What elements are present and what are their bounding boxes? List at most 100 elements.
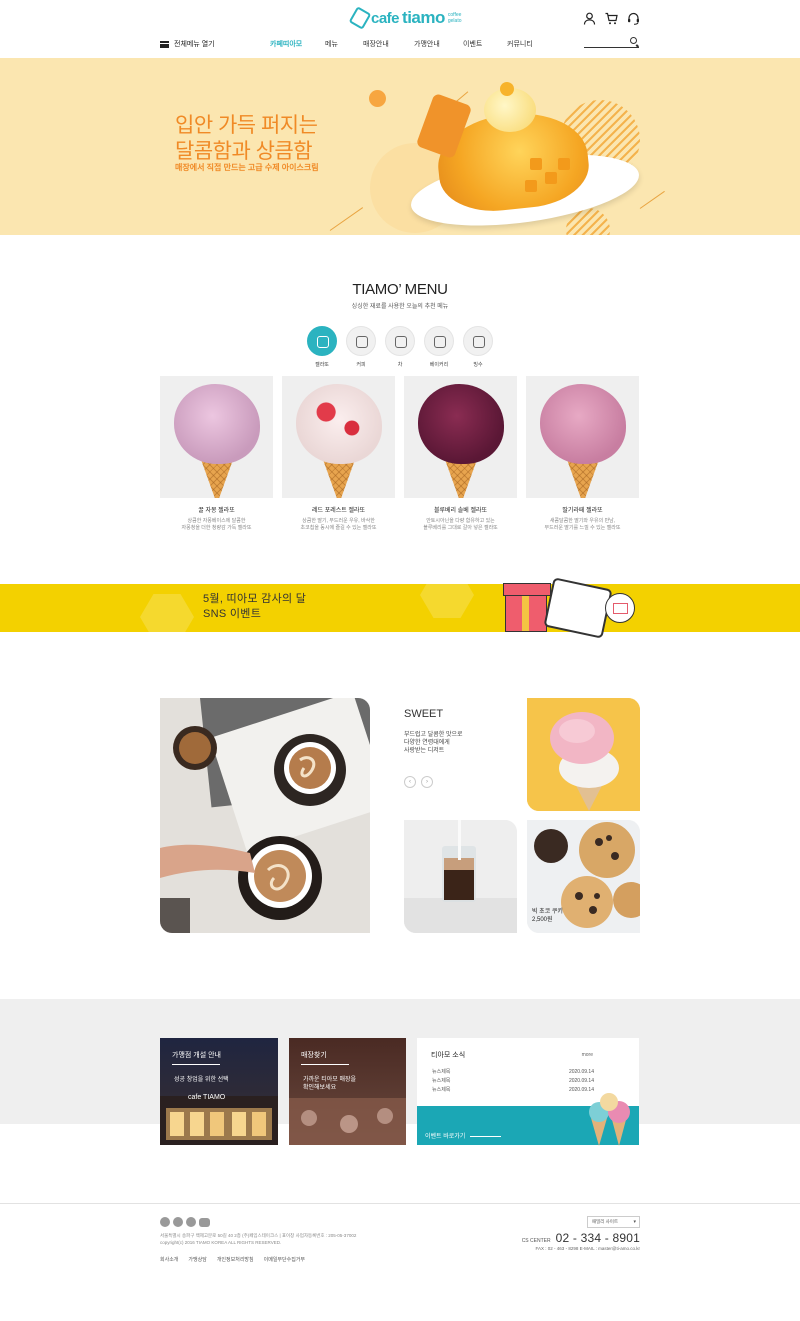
tab-bingsu[interactable]: 빙수 [463,326,493,368]
menu-card-name: 블루베리 솔베 젤라또 [433,508,487,514]
store-finder-card[interactable]: 매장찾기 가까운 티아모 매장을 확인해보세요 [289,1038,406,1145]
gelato-icon [307,326,337,356]
event-underline [470,1136,501,1137]
logo-cafe: cafe [371,9,400,27]
ice-cream-cones-image [589,1093,630,1146]
logo-tiamo: tiamo [402,8,445,27]
nav-item-event[interactable]: 이벤트 [463,39,507,49]
next-arrow-icon[interactable]: › [421,776,433,788]
footer-link-consult[interactable]: 가맹상담 [188,1256,206,1263]
event-label: 이벤트 바로가기 [425,1134,466,1140]
gelato-image [526,376,639,498]
hero-title-line2: 달콤함과 상큼함 [175,140,313,163]
prev-arrow-icon[interactable]: ‹ [404,776,416,788]
social-links [160,1217,210,1227]
youtube-icon[interactable] [199,1217,210,1227]
page: cafe tiamo coffee gelato 전체메뉴 열기 카페띠아모 메… [0,0,800,1321]
logo-hexagon-icon [348,6,372,30]
menu-card-desc: 상큼한 딸기, 부드러운 우유, 바삭한 초코칩을 동시에 즐길 수 있는 젤라또 [300,518,377,531]
hero-dot [369,90,386,107]
tab-label: 빙수 [473,362,483,368]
main-nav: 카페띠아모 메뉴 매장안내 가맹안내 이벤트 커뮤니티 [270,39,547,49]
hero-title: 입안 가득 퍼지는 달콤함과 상큼함 [175,113,318,165]
header: cafe tiamo coffee gelato 전체메뉴 열기 카페띠아모 메… [0,0,800,58]
hero-line [639,190,665,209]
coffee-cup-icon [346,326,376,356]
gelato-image [404,376,517,498]
mango-cube [530,158,542,170]
nav-item-franchise[interactable]: 가맹안내 [414,39,463,49]
gelato-image [282,376,395,498]
hamburger-icon [160,40,169,48]
family-site-select[interactable]: 패밀리 사이트 [587,1216,640,1228]
cart-icon[interactable] [605,12,618,25]
event-shortcut[interactable]: 이벤트 바로가기 [417,1093,639,1146]
franchise-info-card[interactable]: 가맹점 개설 안내 성공 창업을 위한 선택 cafe TIAMO [160,1038,278,1145]
menu-card[interactable]: 블루베리 솔베 젤라또 안토시아닌을 다량 함유하고 있는 블루베리를 그대로 갈… [404,376,517,532]
mango-ball [500,82,514,96]
sweet-description: 부드럽고 달콤한 맛으로 다양한 연령대에게 사랑받는 디저트 [404,732,463,754]
menu-card-name: 꿀 자몽 젤라또 [198,508,235,514]
sweet-slider-arrows: ‹ › [404,776,433,788]
divider [172,1064,220,1065]
headset-icon[interactable] [627,12,640,25]
menu-card-desc: 상큼한 자몽베이스에 달콤한 자몽청을 더한 청량감 가득 젤라또 [181,518,252,531]
naver-blog-icon[interactable] [186,1217,196,1227]
footer-divider [0,1203,800,1204]
bread-icon [424,326,454,356]
news-item[interactable]: 뉴스제목 2020.09.14 [432,1068,594,1077]
tab-tea[interactable]: 차 [385,326,415,368]
news-more-link[interactable]: more [582,1052,593,1058]
nav-item-cafe-tiamo[interactable]: 카페띠아모 [270,39,325,49]
menu-card-list: 꿀 자몽 젤라또 상큼한 자몽베이스에 달콤한 자몽청을 더한 청량감 가득 젤라… [160,376,639,532]
logo[interactable]: cafe tiamo coffee gelato [348,6,464,30]
nav-item-community[interactable]: 커뮤니티 [507,39,547,49]
footer-link-privacy[interactable]: 개인정보처리방침 [217,1256,254,1263]
menu-card-name: 딸기라떼 젤라또 [562,508,603,514]
menu-card[interactable]: 딸기라떼 젤라또 새콤달콤한 딸기와 우유의 만남, 부드러운 딸기를 느낄 수 … [526,376,639,532]
cookie-price: 2,500원 [532,917,553,923]
mango-cube [545,172,557,184]
menu-card-desc: 안토시아닌을 다량 함유하고 있는 블루베리를 그대로 갈아 넣은 젤라또 [423,518,498,531]
store-sign: cafe TIAMO [188,1094,226,1101]
mail-envelope-icon [605,593,635,623]
tab-label: 베이커리 [429,362,449,368]
news-title: 티아모 소식 [431,1052,466,1059]
mango-cube [525,180,537,192]
tab-gelato[interactable]: 젤라또 [307,326,337,368]
logo-sub: coffee gelato [447,12,462,24]
hero-line [329,207,364,231]
hero-title-line1: 입안 가득 퍼지는 [175,114,318,137]
facebook-icon[interactable] [160,1217,170,1227]
news-item[interactable]: 뉴스제목 2020.09.14 [432,1077,594,1086]
user-icon[interactable] [583,12,596,25]
news-list: 뉴스제목 2020.09.14 뉴스제목 2020.09.14 뉴스제목 2020.0… [432,1068,594,1095]
all-menu-button[interactable]: 전체메뉴 열기 [160,39,215,49]
instagram-icon[interactable] [173,1217,183,1227]
search-input[interactable] [584,36,639,48]
tab-bakery[interactable]: 베이커리 [424,326,454,368]
sns-event-banner[interactable]: 5월, 띠아모 감사의 달 SNS 이벤트 [0,584,800,632]
footer-link-company[interactable]: 회사소개 [160,1256,178,1263]
tab-label: 커피 [356,362,366,368]
cs-center: CS CENTER 02 - 334 - 8901 [522,1231,640,1245]
footer-link-email-policy[interactable]: 이메일무단수집거부 [264,1256,305,1263]
hexagon-decoration [140,594,194,632]
tab-coffee[interactable]: 커피 [346,326,376,368]
menu-card[interactable]: 꿀 자몽 젤라또 상큼한 자몽베이스에 달콤한 자몽청을 더한 청량감 가득 젤라… [160,376,273,532]
nav-item-menu[interactable]: 메뉴 [325,39,363,49]
menu-section-title: TIAMO’ MENU [352,281,448,298]
gelato-image [160,376,273,498]
hexagon-decoration [420,584,474,618]
banner-line1: 5월, 띠아모 감사의 달 [203,593,307,605]
hero-banner[interactable]: 입안 가득 퍼지는 달콤함과 상큼함 매장에서 직접 만드는 고급 수제 아이스… [0,58,800,235]
divider [301,1064,349,1065]
iced-coffee-photo [404,820,517,933]
nav-item-stores[interactable]: 매장안내 [363,39,414,49]
news-item[interactable]: 뉴스제목 2020.09.14 [432,1086,594,1095]
coffee-latte-photo [160,698,370,933]
menu-card[interactable]: 레드 포레스트 젤라또 상큼한 딸기, 부드러운 우유, 바삭한 초코칩을 동시에… [282,376,395,532]
menu-category-tabs: 젤라또 커피 차 베이커리 빙수 [307,326,493,368]
search-icon[interactable] [630,37,637,44]
tea-cup-icon [385,326,415,356]
